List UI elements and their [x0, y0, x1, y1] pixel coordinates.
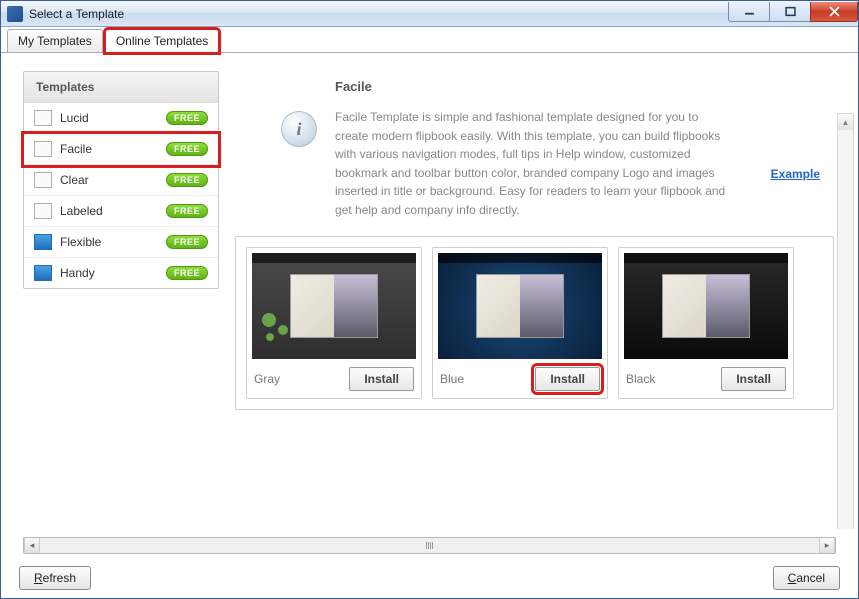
card-footer: Blue Install	[438, 359, 602, 393]
sidebar-header: Templates	[24, 72, 218, 103]
free-badge: FREE	[166, 111, 208, 125]
template-icon	[34, 172, 52, 188]
template-icon	[34, 141, 52, 157]
cards-panel: Gray Install Blue Install	[235, 236, 834, 410]
theme-thumbnail[interactable]	[438, 253, 602, 359]
app-icon	[7, 6, 23, 22]
template-icon	[34, 234, 52, 250]
thumb-toolbar	[252, 253, 416, 263]
tab-my-templates[interactable]: My Templates	[7, 29, 103, 52]
install-button-black[interactable]: Install	[721, 367, 786, 391]
refresh-button[interactable]: Refresh	[19, 566, 91, 590]
card-footer: Black Install	[624, 359, 788, 393]
refresh-label-rest: efresh	[43, 571, 76, 585]
maximize-button[interactable]	[769, 2, 811, 22]
sidebar-item-lucid[interactable]: Lucid FREE	[24, 103, 218, 134]
card-footer: Gray Install	[252, 359, 416, 393]
minimize-icon	[744, 6, 755, 17]
template-icon	[34, 110, 52, 126]
window-controls	[729, 2, 858, 22]
template-icon	[34, 203, 52, 219]
sidebar-item-handy[interactable]: Handy FREE	[24, 258, 218, 288]
dialog-window: Select a Template My Templates Online Te…	[0, 0, 859, 599]
content-area: Templates Lucid FREE Facile FREE Clear F…	[1, 53, 858, 529]
thumb-toolbar	[624, 253, 788, 263]
free-badge: FREE	[166, 142, 208, 156]
theme-thumbnail[interactable]	[624, 253, 788, 359]
thumb-book	[290, 274, 378, 338]
theme-label: Black	[626, 372, 655, 386]
scroll-grip[interactable]	[417, 540, 441, 551]
template-icon	[34, 265, 52, 281]
sidebar-item-label: Handy	[60, 266, 158, 280]
theme-thumbnail[interactable]	[252, 253, 416, 359]
maximize-icon	[785, 6, 796, 17]
close-icon	[829, 6, 840, 17]
dialog-footer: Refresh Cancel	[1, 558, 858, 598]
close-button[interactable]	[810, 2, 858, 22]
main-panel: i Facile Facile Template is simple and f…	[233, 71, 836, 525]
free-badge: FREE	[166, 235, 208, 249]
sidebar-item-facile[interactable]: Facile FREE	[24, 134, 218, 165]
thumb-book	[662, 274, 750, 338]
minimize-button[interactable]	[728, 2, 770, 22]
horizontal-scrollbar[interactable]: ◂ ▸	[23, 537, 836, 554]
sidebar-item-label: Flexible	[60, 235, 158, 249]
sidebar-item-clear[interactable]: Clear FREE	[24, 165, 218, 196]
sidebar-item-label: Facile	[60, 142, 158, 156]
window-title: Select a Template	[29, 7, 729, 21]
theme-card-gray: Gray Install	[246, 247, 422, 399]
titlebar: Select a Template	[1, 1, 858, 27]
scroll-right-icon[interactable]: ▸	[819, 538, 835, 553]
thumb-toolbar	[438, 253, 602, 263]
sidebar-item-label: Labeled	[60, 204, 158, 218]
scroll-left-icon[interactable]: ◂	[24, 538, 40, 553]
template-sidebar: Templates Lucid FREE Facile FREE Clear F…	[23, 71, 219, 289]
free-badge: FREE	[166, 266, 208, 280]
vertical-scrollbar[interactable]: ▴	[837, 113, 854, 529]
theme-card-blue: Blue Install	[432, 247, 608, 399]
cancel-button[interactable]: Cancel	[773, 566, 840, 590]
info-icon: i	[281, 111, 317, 147]
thumb-decoration	[258, 309, 298, 349]
tabstrip: My Templates Online Templates	[1, 27, 858, 53]
theme-label: Blue	[440, 372, 464, 386]
scroll-up-icon[interactable]: ▴	[838, 114, 853, 130]
description-text: Facile Facile Template is simple and fas…	[335, 79, 733, 220]
template-description: Facile Template is simple and fashional …	[335, 108, 733, 220]
theme-card-black: Black Install	[618, 247, 794, 399]
thumb-book	[476, 274, 564, 338]
description-row: i Facile Facile Template is simple and f…	[233, 71, 836, 236]
sidebar-item-flexible[interactable]: Flexible FREE	[24, 227, 218, 258]
free-badge: FREE	[166, 204, 208, 218]
sidebar-item-labeled[interactable]: Labeled FREE	[24, 196, 218, 227]
install-button-gray[interactable]: Install	[349, 367, 414, 391]
install-button-blue[interactable]: Install	[535, 367, 600, 391]
tab-online-templates[interactable]: Online Templates	[105, 29, 220, 53]
sidebar-item-label: Lucid	[60, 111, 158, 125]
example-link[interactable]: Example	[771, 167, 820, 181]
template-title: Facile	[335, 79, 733, 94]
free-badge: FREE	[166, 173, 208, 187]
theme-label: Gray	[254, 372, 280, 386]
sidebar-item-label: Clear	[60, 173, 158, 187]
cancel-label-rest: ancel	[796, 571, 825, 585]
